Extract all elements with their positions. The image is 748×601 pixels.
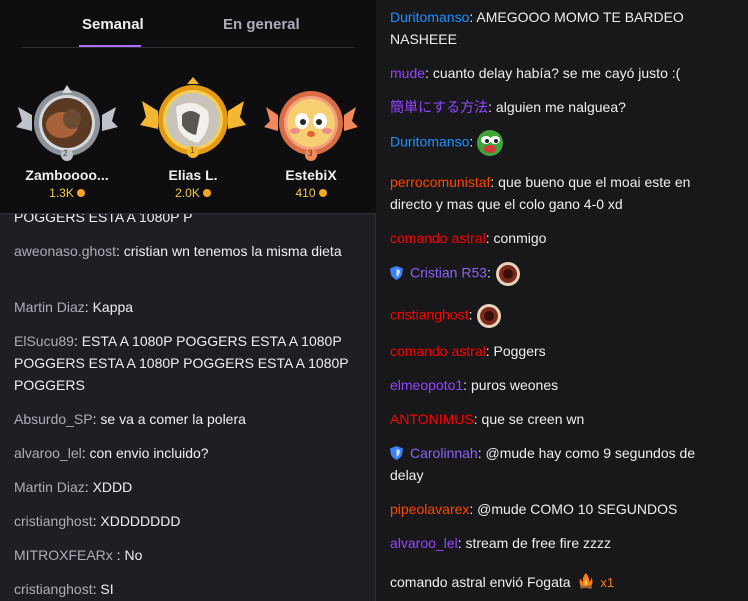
chat-username[interactable]: cristianghost (14, 513, 93, 529)
message-text: puros weones (470, 377, 559, 393)
leader-points: 1.3K (12, 186, 122, 200)
chat-username[interactable]: comando astral (390, 343, 486, 359)
chat-message: Duritomanso: (390, 130, 730, 156)
right-chat-panel: Duritomanso: AMEGOOO MOMO TE BARDEO NASH… (376, 0, 748, 601)
chat-username[interactable]: Martin Diaz (14, 479, 85, 495)
chat-username[interactable]: elmeopoto1 (390, 377, 463, 393)
chat-message: ElSucu89: ESTA A 1080P POGGERS ESTA A 10… (14, 333, 349, 393)
chat-username[interactable]: mude (390, 65, 425, 81)
chat-message: cristianghost: SI (14, 581, 114, 597)
chat-message: comando astral: conmigo (390, 230, 547, 246)
gift-count: x1 (600, 575, 615, 590)
chat-message: alvaroo_lel: con envio incluido? (14, 445, 209, 461)
leader-avatar: 3 (256, 77, 366, 163)
message-text: conmigo (493, 230, 547, 246)
chat-message: comando astral: Poggers (390, 343, 546, 359)
chat-username[interactable]: Carolinnah (410, 445, 478, 461)
ring-emote-icon (495, 262, 520, 286)
points-value: 2.0K (175, 186, 200, 200)
rank-number: 2 (63, 149, 68, 158)
points-value: 410 (295, 186, 316, 200)
tab-en-general[interactable]: En general (223, 16, 300, 33)
chat-message: Duritomanso: AMEGOOO MOMO TE BARDEO NASH… (390, 9, 684, 47)
leader-first[interactable]: 1 Elias L. 2.0K (138, 77, 248, 200)
chat-username[interactable]: alvaroo_lel (14, 445, 82, 461)
leader-name: Zamboooo... (25, 167, 109, 183)
moderator-shield-icon (390, 446, 403, 460)
leader-second[interactable]: 2 Zamboooo... 1.3K (12, 77, 122, 200)
message-text: se va a comer la polera (100, 411, 246, 427)
channel-points-icon (318, 189, 327, 197)
chat-message: 簡単にする方法: alguien me nalguea? (390, 99, 626, 115)
leaderboard-tabs: Semanal En general (22, 0, 354, 48)
gift-text: comando astral envió Fogata (390, 574, 571, 590)
message-text: alguien me nalguea? (495, 99, 626, 115)
chat-message: perrocomunistaf: que bueno que el moai e… (390, 174, 691, 212)
leader-avatar: 2 (12, 77, 122, 163)
channel-points-icon (76, 189, 85, 197)
active-tab-indicator (79, 45, 141, 47)
chat-username[interactable]: Duritomanso (390, 134, 469, 150)
tab-semanal[interactable]: Semanal (82, 16, 144, 33)
chat-message: Cristian R53: (390, 261, 730, 287)
chat-username[interactable]: Duritomanso (390, 9, 469, 25)
ring-emote-icon (477, 304, 502, 328)
chat-message: cristianghost: XDDDDDDD (14, 513, 181, 529)
channel-points-icon (202, 189, 211, 197)
chat-message: Carolinnah: @mude hay como 9 segundos de… (390, 445, 696, 483)
leaderboard-card: Semanal En general 2 Zamboooo... 1.3K 1 … (0, 0, 376, 214)
leader-avatar: 1 (138, 77, 248, 163)
chat-message: Absurdo_SP: se va a comer la polera (14, 411, 246, 427)
message-text: con envio incluido? (89, 445, 209, 461)
message-text: No (124, 547, 143, 563)
chat-username[interactable]: Absurdo_SP (14, 411, 93, 427)
chat-username[interactable]: ANTONIMUS (390, 411, 474, 427)
chat-message: MITROXFEARx : No (14, 547, 143, 563)
rank-number: 1 (190, 146, 195, 155)
chat-username[interactable]: pipeolavarex (390, 501, 469, 517)
message-text: @mude COMO 10 SEGUNDOS (477, 501, 678, 517)
message-text: stream de free fire zzzz (465, 535, 612, 551)
campfire-icon (579, 573, 593, 589)
chat-message: mude: cuanto delay había? se me cayó jus… (390, 65, 681, 81)
chat-username[interactable]: Cristian R53 (410, 265, 487, 281)
chat-username[interactable]: Martin Diaz (14, 299, 85, 315)
chat-username[interactable]: aweonaso.ghost (14, 243, 116, 259)
leader-name: EstebiX (285, 167, 337, 183)
pepe-emote-icon (477, 130, 504, 156)
chat-username[interactable]: perrocomunistaf (390, 174, 490, 190)
chat-message: alvaroo_lel: stream de free fire zzzz (390, 535, 612, 551)
message-text: cuanto delay había? se me cayó justo :( (432, 65, 681, 81)
chat-username[interactable]: comando astral (390, 230, 486, 246)
chat-message: Martin Diaz: XDDD (14, 479, 133, 495)
leader-third[interactable]: 3 EstebiX 410 (256, 77, 366, 200)
leader-points: 2.0K (138, 186, 248, 200)
chat-message: cristianghost: (390, 303, 730, 329)
rank-number: 3 (308, 149, 313, 158)
chat-username[interactable]: cristianghost (14, 581, 93, 597)
message-text: SI (100, 581, 114, 597)
leader-points: 410 (256, 186, 366, 200)
chat-username[interactable]: ElSucu89 (14, 333, 74, 349)
gift-notice: comando astral envió Fogata x1 (390, 571, 730, 594)
chat-message: aweonaso.ghost: cristian wn tenemos la m… (14, 243, 342, 259)
points-value: 1.3K (49, 186, 74, 200)
chat-username[interactable]: cristianghost (390, 307, 469, 323)
chat-message: pipeolavarex: @mude COMO 10 SEGUNDOS (390, 501, 678, 517)
chat-username[interactable]: 簡単にする方法 (390, 99, 488, 115)
message-text: que se creen wn (481, 411, 585, 427)
chat-message: Martin Diaz: Kappa (14, 299, 134, 315)
chat-username[interactable]: alvaroo_lel (390, 535, 458, 551)
message-text: Poggers (493, 343, 546, 359)
left-chat-panel: Semanal En general 2 Zamboooo... 1.3K 1 … (0, 0, 376, 601)
message-text: XDDDDDDD (100, 513, 181, 529)
message-text: XDDD (92, 479, 133, 495)
chat-message: elmeopoto1: puros weones (390, 377, 559, 393)
message-text: cristian wn tenemos la misma dieta (123, 243, 342, 259)
leader-name: Elias L. (168, 167, 218, 183)
chat-username[interactable]: MITROXFEARx (14, 547, 117, 563)
moderator-shield-icon (390, 265, 403, 280)
message-text: Kappa (92, 299, 134, 315)
chat-message: ANTONIMUS: que se creen wn (390, 411, 585, 427)
